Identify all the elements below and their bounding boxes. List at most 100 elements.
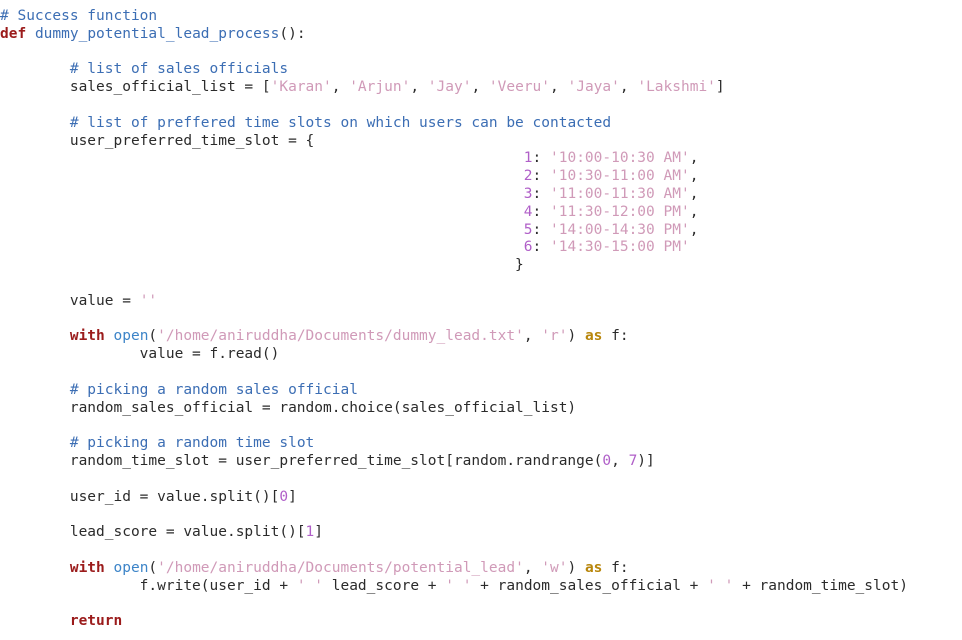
code-token-str: '/home/aniruddha/Documents/potential_lea… xyxy=(157,559,524,576)
code-token-num: 7 xyxy=(628,452,638,469)
source-code-block: # Success function def dummy_potential_le… xyxy=(0,0,962,631)
code-token-txt: random_sales_official = random.choice(sa… xyxy=(0,399,577,416)
code-token-bi: open xyxy=(113,559,149,576)
code-line: return xyxy=(0,613,962,631)
code-line: random_sales_official = random.choice(sa… xyxy=(0,400,962,418)
code-token-txt: ( xyxy=(148,559,158,576)
code-token-txt: ] xyxy=(715,79,725,96)
code-token-num: 2 xyxy=(523,168,533,185)
code-token-str: 'Jay' xyxy=(427,79,472,96)
code-token-kw: with xyxy=(69,328,105,345)
code-token-str: '10:30-11:00 AM' xyxy=(550,168,690,185)
code-token-str: 'Jaya' xyxy=(567,79,620,96)
code-token-str: 'Lakshmi' xyxy=(637,79,716,96)
code-token-txt: f: xyxy=(602,328,629,345)
code-token-txt: , xyxy=(689,168,699,185)
code-token-txt: , xyxy=(471,79,489,96)
code-token-txt: , xyxy=(331,79,350,96)
code-token-txt: ] xyxy=(288,488,297,505)
code-line: random_time_slot = user_preferred_time_s… xyxy=(0,453,962,471)
code-token-num: 3 xyxy=(523,185,533,202)
code-token-txt: : xyxy=(532,239,550,256)
code-token-cmt: # list of sales officials xyxy=(69,61,289,78)
code-token-num: 0 xyxy=(279,488,289,505)
code-line: 1: '10:00-10:30 AM', xyxy=(0,150,962,168)
code-token-txt: ( xyxy=(148,328,158,345)
code-token-str: '10:00-10:30 AM' xyxy=(550,150,690,167)
code-token-txt: : xyxy=(532,168,550,185)
code-token-num: 6 xyxy=(523,239,533,256)
code-token-num: 4 xyxy=(523,203,533,220)
code-token-txt: sales_official_list = [ xyxy=(0,79,271,96)
code-token-num: 5 xyxy=(523,221,533,238)
code-token-str: 'r' xyxy=(541,328,568,345)
code-token-txt: , xyxy=(689,150,699,167)
code-line: 5: '14:00-14:30 PM', xyxy=(0,222,962,240)
code-token-txt: , xyxy=(689,221,699,238)
code-line: 3: '11:00-11:30 AM', xyxy=(0,186,962,204)
code-editor-view: # Success function def dummy_potential_le… xyxy=(0,0,962,640)
code-token-txt: value = f.read() xyxy=(0,346,280,363)
code-token-num: 1 xyxy=(305,524,315,541)
code-line: def dummy_potential_lead_process(): xyxy=(0,26,962,44)
code-line: with open('/home/aniruddha/Documents/pot… xyxy=(0,560,962,578)
code-token-kw2: as xyxy=(584,328,603,345)
code-token-kw: with xyxy=(69,559,105,576)
code-line: 4: '11:30-12:00 PM', xyxy=(0,204,962,222)
code-token-txt: user_preferred_time_slot = { xyxy=(0,132,315,149)
code-token-str: '11:00-11:30 AM' xyxy=(550,185,690,202)
code-line: # picking a random sales official xyxy=(0,382,962,400)
code-line: user_preferred_time_slot = { xyxy=(0,133,962,151)
code-token-str: 'Veeru' xyxy=(488,79,551,96)
code-line: 2: '10:30-11:00 AM', xyxy=(0,168,962,186)
code-token-str: 'w' xyxy=(541,559,568,576)
code-token-cmt: # picking a random sales official xyxy=(69,381,358,398)
code-line: with open('/home/aniruddha/Documents/dum… xyxy=(0,328,962,346)
code-token-bi: open xyxy=(113,328,149,345)
code-line: # picking a random time slot xyxy=(0,435,962,453)
code-token-punc: (): xyxy=(279,25,306,42)
code-token-txt: , xyxy=(523,559,542,576)
code-line: user_id = value.split()[0] xyxy=(0,489,962,507)
code-line: # list of preffered time slots on which … xyxy=(0,115,962,133)
code-token-txt: ) xyxy=(567,328,585,345)
code-token-str: ' ' xyxy=(296,577,324,594)
code-token-txt: ) xyxy=(567,559,585,576)
code-token-txt: : xyxy=(532,221,550,238)
code-token-txt: + random_sales_official + xyxy=(471,577,708,594)
code-line: f.write(user_id + ' ' lead_score + ' ' +… xyxy=(0,578,962,596)
code-token-str: '/home/aniruddha/Documents/dummy_lead.tx… xyxy=(157,328,524,345)
code-line: # Success function xyxy=(0,8,962,26)
code-token-str: ' ' xyxy=(707,577,734,594)
code-token-cmt: # list of preffered time slots on which … xyxy=(69,114,612,131)
code-token-txt: ] xyxy=(314,524,324,541)
code-token-txt: lead_score + xyxy=(323,577,446,594)
code-line: lead_score = value.split()[1] xyxy=(0,524,962,542)
code-token-str: ' ' xyxy=(445,577,472,594)
code-token-cmt: # Success function xyxy=(0,8,158,24)
code-token-txt: , xyxy=(410,79,428,96)
code-token-txt: random_time_slot = user_preferred_time_s… xyxy=(0,452,603,469)
code-token-str: 'Karan' xyxy=(270,79,332,96)
code-token-kw2: as xyxy=(584,559,603,576)
code-token-fn: dummy_potential_lead_process xyxy=(34,25,280,42)
code-token-txt: )] xyxy=(637,452,655,469)
code-token-num: 1 xyxy=(523,150,533,167)
code-token-txt: user_id = value.split()[ xyxy=(0,488,280,505)
